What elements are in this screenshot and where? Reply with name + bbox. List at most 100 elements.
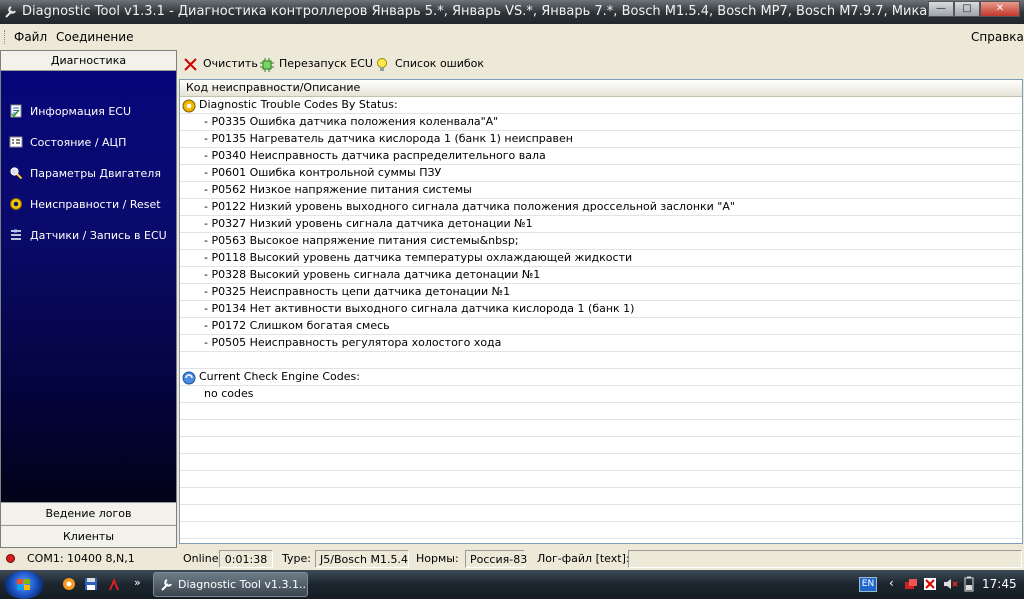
empty-row bbox=[180, 522, 1022, 539]
column-header-code[interactable]: Код неисправности/Описание bbox=[180, 80, 1022, 97]
log-file-value bbox=[628, 550, 1022, 568]
trouble-code-text: - P0122 Низкий уровень выходного сигнала… bbox=[204, 200, 735, 213]
language-indicator[interactable]: EN bbox=[859, 577, 877, 592]
clear-button[interactable]: Очистить bbox=[183, 54, 258, 74]
list-item[interactable]: - P0562 Низкое напряжение питания систем… bbox=[180, 182, 1022, 199]
empty-row bbox=[180, 471, 1022, 488]
minimize-button[interactable]: — bbox=[928, 1, 954, 17]
window-title: Diagnostic Tool v1.3.1 - Диагностика кон… bbox=[22, 4, 980, 19]
empty-row bbox=[180, 403, 1022, 420]
port-settings: COM1: 10400 8,N,1 bbox=[27, 552, 135, 565]
online-time: 0:01:38 bbox=[219, 550, 273, 568]
menu-grip bbox=[4, 30, 7, 44]
info-icon bbox=[10, 104, 22, 118]
close-button[interactable]: ✕ bbox=[980, 1, 1020, 17]
start-button[interactable] bbox=[4, 571, 44, 599]
list-item[interactable]: - P0325 Неисправность цепи датчика детон… bbox=[180, 284, 1022, 301]
list-item[interactable]: - P0601 Ошибка контрольной суммы ПЗУ bbox=[180, 165, 1022, 182]
sidebar-header-diagnostics[interactable]: Диагностика bbox=[1, 51, 176, 71]
dtc-gear-icon bbox=[182, 99, 196, 113]
list-item[interactable]: - P0122 Низкий уровень выходного сигнала… bbox=[180, 199, 1022, 216]
taskbar-app-diagnostic-tool[interactable]: Diagnostic Tool v1.3.1... bbox=[153, 572, 308, 597]
menu-file[interactable]: Файл bbox=[14, 26, 47, 48]
group-label: Diagnostic Trouble Codes By Status: bbox=[199, 98, 398, 111]
empty-row bbox=[180, 505, 1022, 522]
empty-row bbox=[180, 454, 1022, 471]
sensor-icon bbox=[11, 229, 21, 240]
floppy-icon[interactable] bbox=[83, 576, 99, 592]
trouble-code-text: - P0327 Низкий уровень сигнала датчика д… bbox=[204, 217, 533, 230]
list-item[interactable]: - P0328 Высокий уровень сигнала датчика … bbox=[180, 267, 1022, 284]
network-icon[interactable] bbox=[903, 576, 919, 592]
trouble-code-text: - P0118 Высокий уровень датчика температ… bbox=[204, 251, 633, 264]
trouble-code-text: - P0340 Неисправность датчика распредели… bbox=[204, 149, 546, 162]
title-bar: Diagnostic Tool v1.3.1 - Диагностика кон… bbox=[0, 0, 1024, 24]
trouble-code-text: - P0601 Ошибка контрольной суммы ПЗУ bbox=[204, 166, 442, 179]
error-list-button[interactable]: Список ошибок bbox=[375, 54, 484, 74]
list-item[interactable]: - P0340 Неисправность датчика распредели… bbox=[180, 148, 1022, 165]
list-item[interactable]: - P0118 Высокий уровень датчика температ… bbox=[180, 250, 1022, 267]
sidebar-item-ecu-info[interactable]: Информация ECU bbox=[9, 103, 131, 121]
toolbar: Очистить Перезапуск ECU Список ошибок bbox=[179, 52, 1024, 76]
list-spacer-row bbox=[180, 352, 1022, 369]
trouble-code-text: - P0562 Низкое напряжение питания систем… bbox=[204, 183, 472, 196]
list-item[interactable]: - P0505 Неисправность регулятора холосто… bbox=[180, 335, 1022, 352]
taskbar: » Diagnostic Tool v1.3.1... EN ‹ 17:45 bbox=[0, 570, 1024, 599]
sidebar-panel: Информация ECU Состояние / АЦП Параметры… bbox=[1, 71, 176, 502]
list-item[interactable]: - P0134 Нет активности выходного сигнала… bbox=[180, 301, 1022, 318]
trouble-code-list[interactable]: Код неисправности/Описание Diagnostic Tr… bbox=[179, 79, 1023, 544]
task-app-icon bbox=[161, 579, 172, 591]
norms-label: Нормы: bbox=[416, 552, 459, 565]
ecu-type-value: J5/Bosch M1.5.4 bbox=[315, 550, 409, 568]
trouble-code-text: - P0134 Нет активности выходного сигнала… bbox=[204, 302, 635, 315]
antivirus-icon[interactable] bbox=[922, 576, 938, 592]
system-clock[interactable]: 17:45 bbox=[982, 570, 1017, 599]
fault-gear-icon bbox=[10, 198, 22, 210]
battery-icon[interactable] bbox=[961, 576, 977, 592]
sidebar-item-label: Состояние / АЦП bbox=[30, 136, 127, 149]
sidebar-item-state-adc[interactable]: Состояние / АЦП bbox=[9, 134, 126, 152]
group-check-engine-codes[interactable]: Current Check Engine Codes: bbox=[180, 369, 1022, 386]
trouble-code-text: - P0563 Высокое напряжение питания систе… bbox=[204, 234, 519, 247]
list-item[interactable]: no codes bbox=[180, 386, 1022, 403]
menu-connection[interactable]: Соединение bbox=[56, 26, 133, 48]
acrobat-icon[interactable] bbox=[106, 576, 122, 592]
tray-expand-icon[interactable]: ‹ bbox=[889, 576, 894, 590]
list-item[interactable]: - P0563 Высокое напряжение питания систе… bbox=[180, 233, 1022, 250]
menu-help[interactable]: Справка bbox=[971, 26, 1024, 48]
group-dtc-by-status[interactable]: Diagnostic Trouble Codes By Status: bbox=[180, 97, 1022, 114]
maximize-button[interactable]: □ bbox=[954, 1, 980, 17]
restart-ecu-button[interactable]: Перезапуск ECU bbox=[259, 54, 373, 74]
quick-launch-expand-icon[interactable]: » bbox=[134, 576, 141, 589]
sidebar-item-faults-reset[interactable]: Неисправности / Reset bbox=[9, 196, 161, 214]
app-icon bbox=[5, 6, 16, 18]
sidebar-item-engine-params[interactable]: Параметры Двигателя bbox=[9, 165, 161, 183]
list-item[interactable]: - P0335 Ошибка датчика положения коленва… bbox=[180, 114, 1022, 131]
list-item[interactable]: - P0172 Слишком богатая смесь bbox=[180, 318, 1022, 335]
list-item[interactable]: - P0327 Низкий уровень сигнала датчика д… bbox=[180, 216, 1022, 233]
trouble-code-text: - P0335 Ошибка датчика положения коленва… bbox=[204, 115, 499, 128]
log-file-label: Лог-файл [text]: bbox=[537, 552, 630, 565]
empty-row bbox=[180, 437, 1022, 454]
task-title: Diagnostic Tool v1.3.1... bbox=[178, 578, 308, 591]
no-codes-text: no codes bbox=[204, 387, 254, 400]
sidebar-footer-clients[interactable]: Клиенты bbox=[1, 525, 176, 547]
volume-muted-icon[interactable] bbox=[942, 576, 958, 592]
norms-value: Россия-83 bbox=[465, 550, 527, 568]
sidebar-item-sensors-write[interactable]: Датчики / Запись в ECU bbox=[9, 227, 167, 245]
trouble-code-text: - P0505 Неисправность регулятора холосто… bbox=[204, 336, 502, 349]
empty-row bbox=[180, 488, 1022, 505]
state-icon bbox=[9, 136, 23, 148]
sidebar-item-label: Информация ECU bbox=[30, 105, 132, 118]
sidebar-item-label: Датчики / Запись в ECU bbox=[30, 229, 167, 242]
sidebar-item-label: Неисправности / Reset bbox=[30, 198, 161, 211]
connection-status-icon bbox=[6, 554, 15, 563]
list-item[interactable]: - P0135 Нагреватель датчика кислорода 1 … bbox=[180, 131, 1022, 148]
empty-row bbox=[180, 420, 1022, 437]
sidebar-footer-logs[interactable]: Ведение логов bbox=[1, 502, 176, 524]
sidebar: Диагностика Информация ECU Состояние / А… bbox=[0, 50, 177, 548]
media-player-icon[interactable] bbox=[61, 576, 77, 592]
restart-ecu-label: Перезапуск ECU bbox=[279, 57, 373, 70]
trouble-code-text: - P0328 Высокий уровень сигнала датчика … bbox=[204, 268, 541, 281]
group-label: Current Check Engine Codes: bbox=[199, 370, 360, 383]
